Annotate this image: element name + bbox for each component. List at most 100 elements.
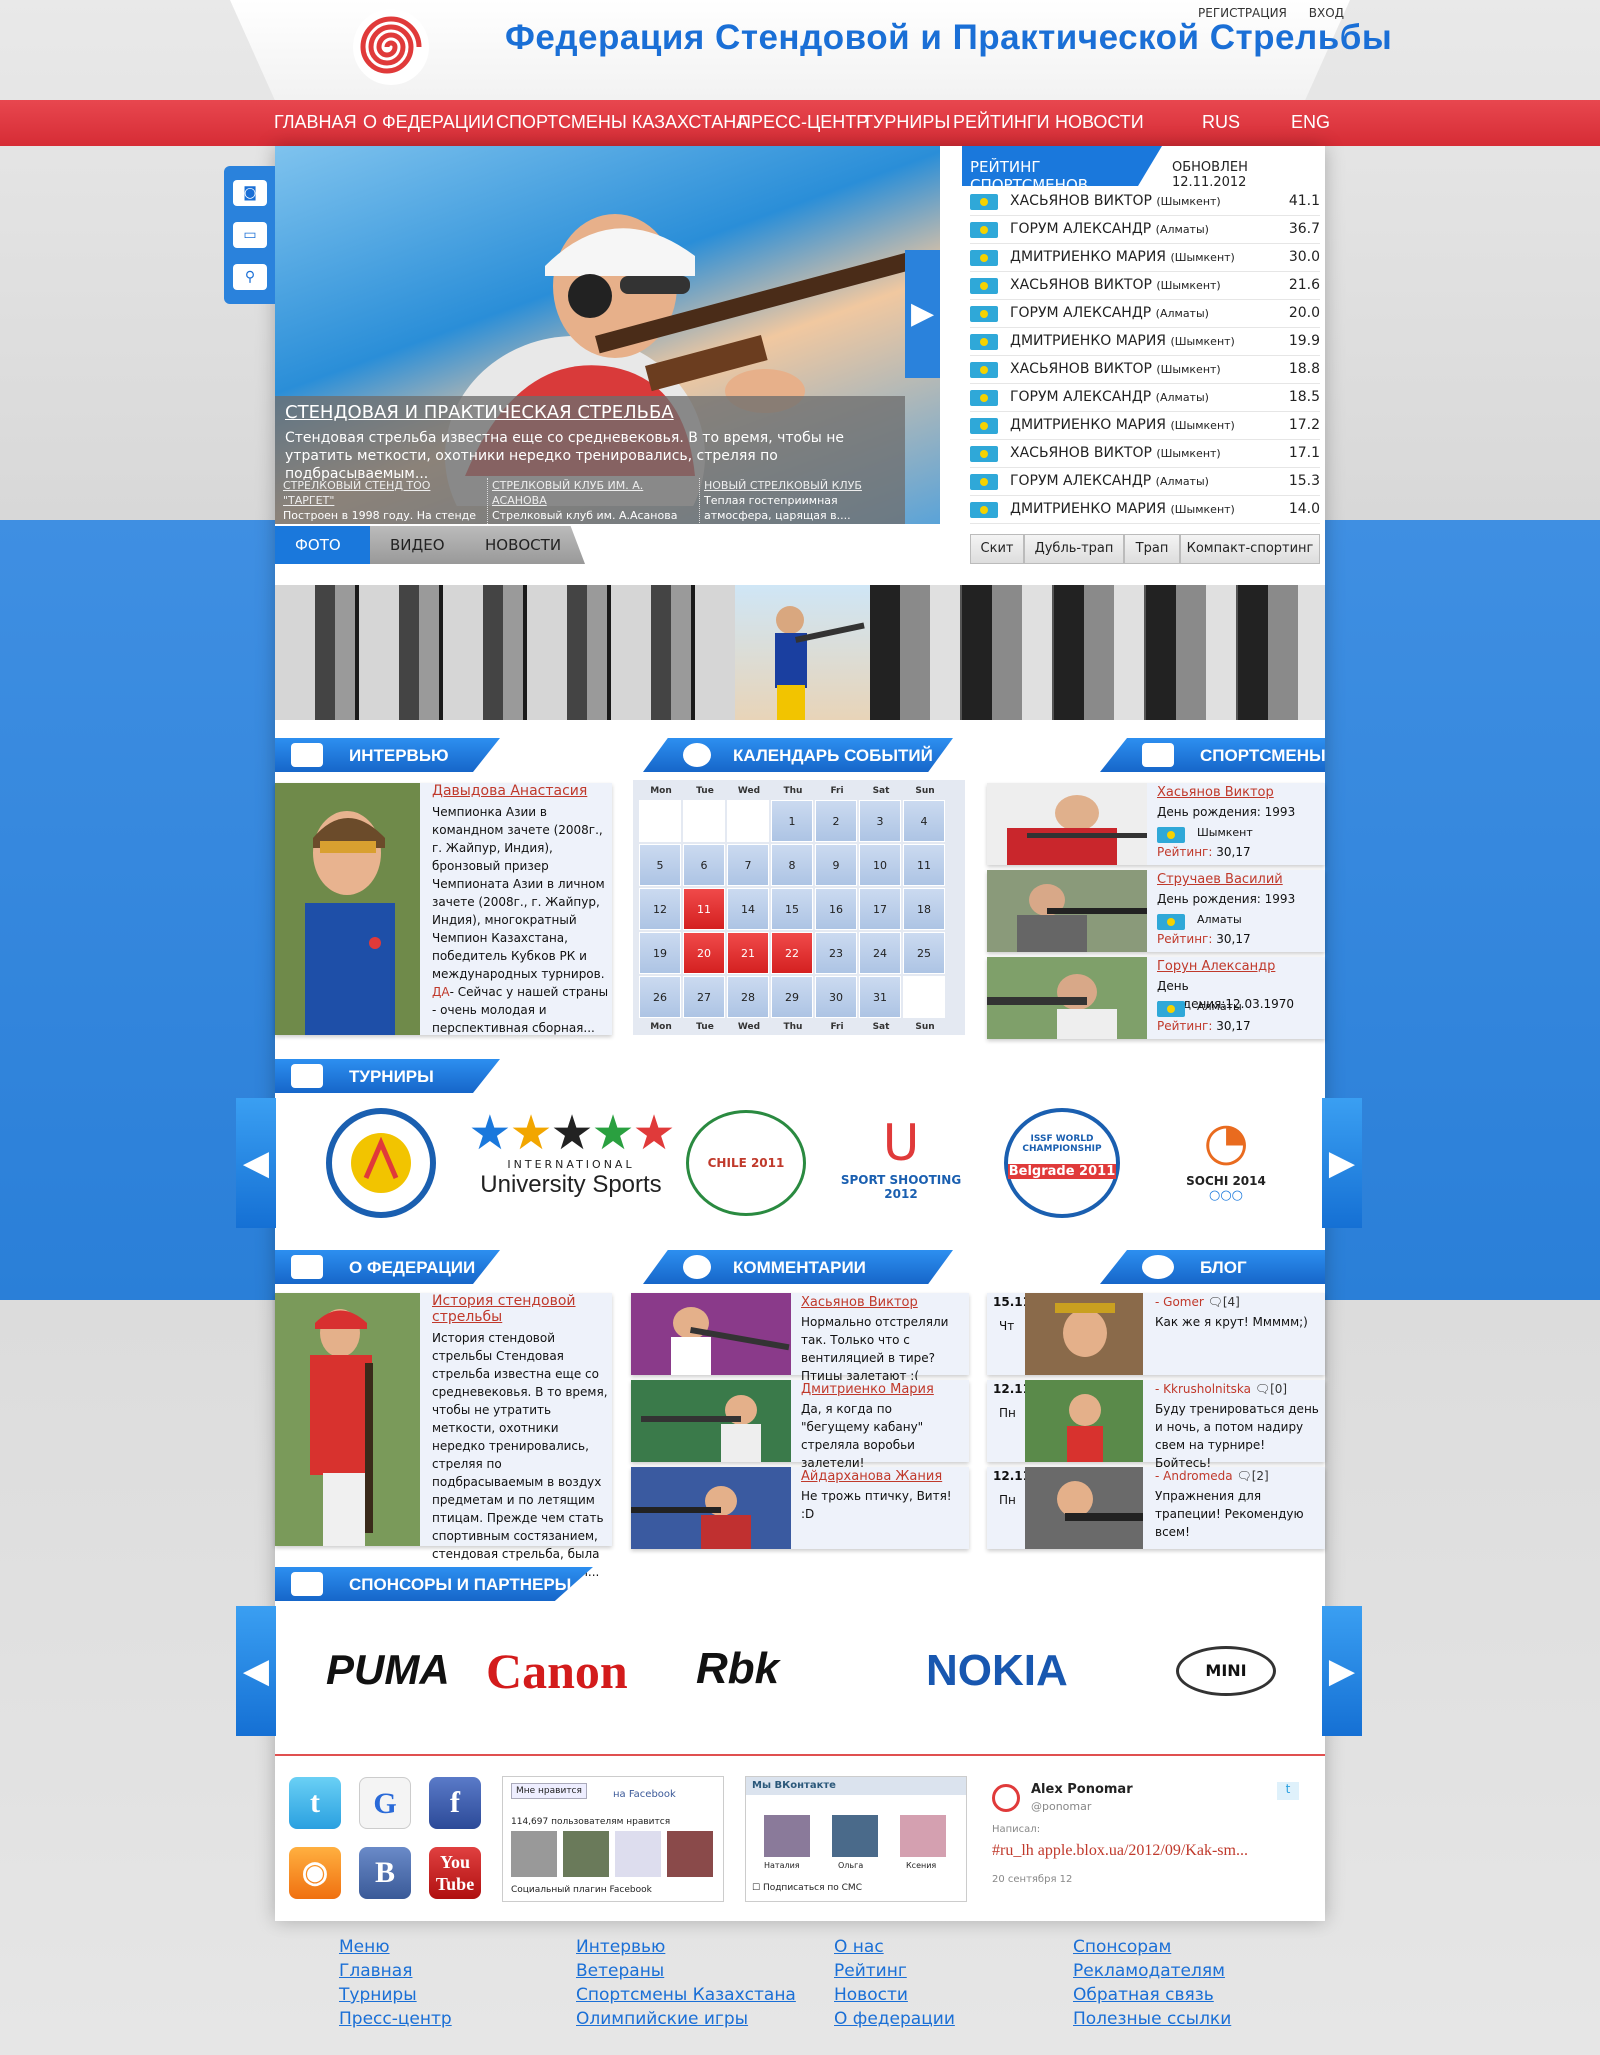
calendar-day[interactable]: 3 (859, 800, 901, 842)
vkontakte-icon[interactable]: B (359, 1847, 411, 1899)
lang-eng[interactable]: ENG (1291, 112, 1330, 133)
blog-author[interactable]: - Kkrusholnitska 🗨[0] (1155, 1380, 1287, 1398)
calendar-day[interactable]: 29 (771, 976, 813, 1018)
lang-rus[interactable]: RUS (1202, 112, 1240, 133)
calendar-day[interactable]: 14 (727, 888, 769, 930)
footer-link[interactable]: Турниры (339, 1983, 452, 2007)
rating-row[interactable]: ДМИТРИЕНКО МАРИЯ (Шымкент) 17.2 (970, 412, 1320, 440)
athlete-name[interactable]: Стручаев Василий (1157, 872, 1283, 887)
interview-card[interactable]: Давыдова Анастасия Чемпионка Азии в кома… (275, 783, 612, 1035)
logo-university-sports[interactable]: ★★★★★ INTERNATIONAL University Sports (466, 1108, 676, 1199)
strip-thumb-active[interactable] (735, 585, 870, 720)
logo-canon[interactable]: Canon (486, 1642, 628, 1700)
logo-rural-games[interactable] (326, 1108, 436, 1218)
carousel-prev-arrow-icon[interactable]: ◀ (236, 1606, 276, 1736)
calendar-day[interactable]: 27 (683, 976, 725, 1018)
tw-text[interactable]: #ru_lh apple.blox.ua/2012/09/Kak-sm... (992, 1842, 1248, 1860)
calendar-day[interactable]: 24 (859, 932, 901, 974)
athlete-card[interactable]: Стручаев Василий День рождения: 1993 Алм… (987, 870, 1325, 952)
vk-member-avatar[interactable] (764, 1815, 810, 1857)
logo-nokia[interactable]: NOKIA (926, 1646, 1068, 1696)
tab-compact-sporting[interactable]: Компакт-спортинг (1180, 534, 1320, 564)
calendar-day[interactable]: 6 (683, 844, 725, 886)
fb-friend-avatar[interactable] (615, 1831, 661, 1877)
fb-friend-avatar[interactable] (511, 1831, 557, 1877)
comment-item[interactable]: Айдарханова Жания Не трожь птичку, Витя!… (631, 1467, 969, 1549)
calendar-day[interactable]: 12 (639, 888, 681, 930)
athlete-name[interactable]: Горун Александр (1157, 959, 1275, 974)
hero-sub-3[interactable]: НОВЫЙ СТРЕЛКОВЫЙ КЛУБ Теплая гостеприимна… (699, 478, 899, 523)
rating-row[interactable]: ХАСЬЯНОВ ВИКТОР (Шымкент) 17.1 (970, 440, 1320, 468)
logo-sochi-2014[interactable]: ◔ SOCHI 2014 ○○○ (1176, 1110, 1276, 1203)
logo-belgrade-2011[interactable]: ISSF WORLD CHAMPIONSHIP Belgrade 2011 (1004, 1108, 1120, 1218)
rss-icon[interactable]: ◉ (289, 1847, 341, 1899)
blog-item[interactable]: 15.11 Чт - Gomer 🗨[4] Как же я крут! Ммм… (987, 1293, 1325, 1375)
footer-link[interactable]: Ветераны (576, 1959, 796, 1983)
folder-icon[interactable]: ▭ (233, 222, 267, 248)
nav-home[interactable]: ГЛАВНАЯ (274, 112, 357, 133)
logo-chile-2011[interactable]: CHILE 2011 (686, 1110, 806, 1216)
calendar-day[interactable]: 23 (815, 932, 857, 974)
twitter-icon[interactable]: t (289, 1777, 341, 1829)
nav-about[interactable]: О ФЕДЕРАЦИИ (363, 112, 494, 133)
athlete-card[interactable]: Горун Александр День рождения:12.03.1970… (987, 957, 1325, 1039)
blog-item[interactable]: 12.11 Пн - Andromeda 🗨[2] Упражнения для… (987, 1467, 1325, 1549)
facebook-icon[interactable]: f (429, 1777, 481, 1829)
footer-link[interactable]: О нас (834, 1935, 955, 1959)
tab-news[interactable]: НОВОСТИ (465, 526, 585, 564)
carousel-prev-arrow-icon[interactable]: ◀ (236, 1098, 276, 1228)
interview-name[interactable]: Давыдова Анастасия (432, 783, 587, 799)
comment-author[interactable]: Айдарханова Жания (801, 1469, 942, 1484)
nav-tournaments[interactable]: ТУРНИРЫ (862, 112, 950, 133)
rating-row[interactable]: ДМИТРИЕНКО МАРИЯ (Шымкент) 14.0 (970, 496, 1320, 524)
blog-author[interactable]: - Andromeda 🗨[2] (1155, 1467, 1269, 1485)
nav-athletes[interactable]: СПОРТСМЕНЫ КАЗАХСТАНА (496, 112, 748, 133)
fb-like-button[interactable]: Мне нравится (511, 1783, 587, 1799)
calendar-day[interactable]: 30 (815, 976, 857, 1018)
calendar-day[interactable]: 10 (859, 844, 901, 886)
athlete-card[interactable]: Хасьянов Виктор День рождения: 1993 Шымк… (987, 783, 1325, 865)
calendar-day[interactable]: 26 (639, 976, 681, 1018)
fb-friend-avatar[interactable] (563, 1831, 609, 1877)
tw-handle[interactable]: @ponomar (1031, 1800, 1091, 1813)
register-link[interactable]: РЕГИСТРАЦИЯ (1198, 6, 1287, 20)
calendar-day[interactable]: 15 (771, 888, 813, 930)
federation-article-title[interactable]: История стендовой стрельбы (432, 1293, 610, 1325)
calendar-day[interactable]: 2 (815, 800, 857, 842)
carousel-next-arrow-icon[interactable]: ▶ (1322, 1606, 1362, 1736)
calendar-day[interactable]: 18 (903, 888, 945, 930)
footer-link[interactable]: Полезные ссылки (1073, 2007, 1231, 2031)
search-icon[interactable]: ⚲ (233, 264, 267, 290)
footer-link[interactable]: Спортсмены Казахстана (576, 1983, 796, 2007)
spiral-logo-icon[interactable] (350, 6, 432, 88)
nav-news[interactable]: НОВОСТИ (1055, 112, 1144, 133)
calendar-day[interactable]: 11 (903, 844, 945, 886)
calendar-day[interactable]: 7 (727, 844, 769, 886)
rating-row[interactable]: ХАСЬЯНОВ ВИКТОР (Шымкент) 18.8 (970, 356, 1320, 384)
logo-mini[interactable]: MINI (1176, 1646, 1276, 1696)
footer-link[interactable]: Пресс-центр (339, 2007, 452, 2031)
calendar-day[interactable]: 16 (815, 888, 857, 930)
comment-item[interactable]: Хасьянов Виктор Нормально отстреляли так… (631, 1293, 969, 1383)
camera-icon[interactable]: ◙ (233, 180, 267, 206)
comment-author[interactable]: Дмитриенко Мария (801, 1382, 934, 1397)
hero-slider[interactable]: СТЕНДОВАЯ И ПРАКТИЧЕСКАЯ СТРЕЛЬБА Стендо… (275, 146, 940, 524)
calendar-day[interactable]: 21 (727, 932, 769, 974)
strip-thumb[interactable] (870, 585, 1325, 720)
footer-link[interactable]: Рекламодателям (1073, 1959, 1231, 1983)
rating-row[interactable]: ХАСЬЯНОВ ВИКТОР (Шымкент) 21.6 (970, 272, 1320, 300)
comment-item[interactable]: Дмитриенко Мария Да, я когда по "бегущем… (631, 1380, 969, 1470)
blog-author[interactable]: - Gomer 🗨[4] (1155, 1293, 1240, 1311)
calendar-day[interactable]: 19 (639, 932, 681, 974)
tw-avatar[interactable] (992, 1784, 1020, 1812)
nav-press[interactable]: ПРЕСС-ЦЕНТР (738, 112, 868, 133)
footer-link[interactable]: Спонсорам (1073, 1935, 1231, 1959)
calendar-day[interactable]: 8 (771, 844, 813, 886)
strip-thumb[interactable] (275, 585, 735, 720)
vk-member-avatar[interactable] (900, 1815, 946, 1857)
photo-strip[interactable] (275, 585, 1325, 720)
footer-link[interactable]: Новости (834, 1983, 955, 2007)
athlete-name[interactable]: Хасьянов Виктор (1157, 785, 1274, 800)
tab-trap[interactable]: Трап (1124, 534, 1180, 564)
footer-link[interactable]: О федерации (834, 2007, 955, 2031)
